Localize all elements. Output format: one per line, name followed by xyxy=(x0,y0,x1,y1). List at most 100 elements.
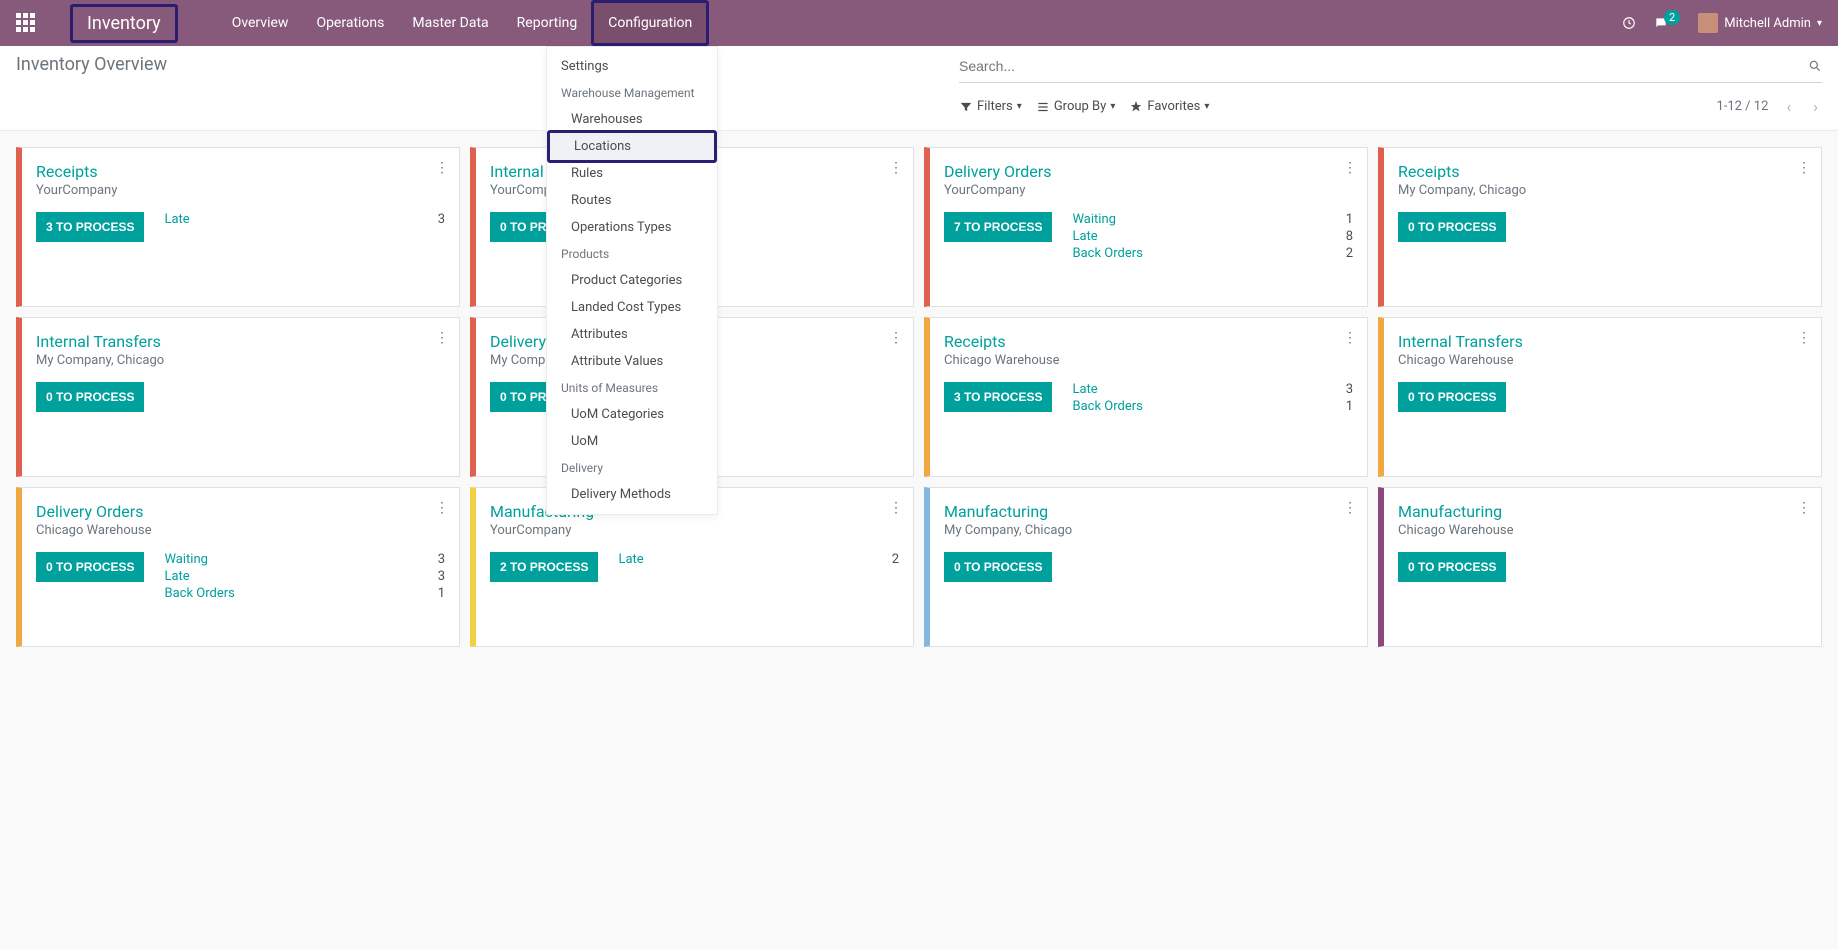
activity-icon[interactable] xyxy=(1622,16,1636,30)
kanban-card[interactable]: ⋮Delivery OrdersYourCompany7 TO PROCESSW… xyxy=(924,147,1368,307)
stat-row[interactable]: Late2 xyxy=(618,552,899,567)
card-title: Delivery Orders xyxy=(36,502,445,521)
process-button[interactable]: 0 TO PROCESS xyxy=(1398,212,1506,242)
card-title: Delivery Orders xyxy=(944,162,1353,181)
kanban-card[interactable]: ⋮ReceiptsChicago Warehouse3 TO PROCESSLa… xyxy=(924,317,1368,477)
kanban-card[interactable]: ⋮ManufacturingMy Company, Chicago0 TO PR… xyxy=(924,487,1368,647)
dropdown-item-attributes[interactable]: Attributes xyxy=(547,321,717,348)
brand-title[interactable]: Inventory xyxy=(70,4,178,43)
process-button[interactable]: 0 TO PROCESS xyxy=(36,552,144,582)
stat-row[interactable]: Back Orders1 xyxy=(164,586,445,601)
stat-count: 2 xyxy=(1346,246,1353,261)
configuration-dropdown: SettingsWarehouse ManagementWarehousesLo… xyxy=(546,46,718,515)
nav-item-operations[interactable]: Operations xyxy=(302,0,398,46)
stat-count: 2 xyxy=(892,552,899,567)
card-menu-icon[interactable]: ⋮ xyxy=(1797,500,1811,516)
control-panel: Inventory Overview Filters ▾ Group By ▾ … xyxy=(0,46,1838,131)
card-title: Internal Transfers xyxy=(36,332,445,351)
card-menu-icon[interactable]: ⋮ xyxy=(1797,330,1811,346)
card-menu-icon[interactable]: ⋮ xyxy=(889,330,903,346)
nav-item-overview[interactable]: Overview xyxy=(218,0,303,46)
kanban-card[interactable]: ⋮Delivery Orders Chicago Warehouse 0 TO PR… xyxy=(16,487,460,647)
page-title: Inventory Overview xyxy=(16,54,919,75)
process-button[interactable]: 0 TO PROCESS xyxy=(944,552,1052,582)
card-menu-icon[interactable]: ⋮ xyxy=(889,500,903,516)
pager-next-icon[interactable]: › xyxy=(1809,93,1822,120)
stat-row[interactable]: Late3 xyxy=(164,569,445,584)
dropdown-item-settings[interactable]: Settings xyxy=(547,53,717,80)
dropdown-item-locations[interactable]: Locations xyxy=(547,130,717,163)
stat-label: Back Orders xyxy=(1072,399,1142,414)
favorites-button[interactable]: Favorites ▾ xyxy=(1129,99,1209,114)
card-menu-icon[interactable]: ⋮ xyxy=(1797,160,1811,176)
nav-item-master-data[interactable]: Master Data xyxy=(398,0,502,46)
card-menu-icon[interactable]: ⋮ xyxy=(1343,330,1357,346)
messaging-icon[interactable]: 2 xyxy=(1654,16,1680,31)
dropdown-item-product-categories[interactable]: Product Categories xyxy=(547,267,717,294)
dropdown-item-rules[interactable]: Rules xyxy=(547,160,717,187)
card-menu-icon[interactable]: ⋮ xyxy=(1343,160,1357,176)
search-icon[interactable] xyxy=(1808,59,1822,74)
stat-row[interactable]: Back Orders1 xyxy=(1072,399,1353,414)
kanban-card[interactable]: ⋮ReceiptsMy Company, Chicago0 TO PROCESS xyxy=(1378,147,1822,307)
card-stats xyxy=(1526,382,1807,412)
dropdown-item-landed-cost-types[interactable]: Landed Cost Types xyxy=(547,294,717,321)
card-company: Chicago Warehouse xyxy=(36,523,445,538)
card-title: Internal Transfers xyxy=(1398,332,1807,351)
stat-row[interactable]: Late3 xyxy=(164,212,445,227)
process-button[interactable]: 7 TO PROCESS xyxy=(944,212,1052,242)
card-stats xyxy=(1526,212,1807,242)
kanban-card[interactable]: ⋮ManufacturingChicago Warehouse0 TO PROC… xyxy=(1378,487,1822,647)
dropdown-header: Products xyxy=(547,241,717,267)
stat-count: 1 xyxy=(438,586,445,601)
user-menu[interactable]: Mitchell Admin ▾ xyxy=(1698,13,1822,33)
card-stats: Waiting1 Late8 Back Orders 2 xyxy=(1072,212,1353,261)
process-button[interactable]: 3 TO PROCESS xyxy=(36,212,144,242)
process-button[interactable]: 2 TO PROCESS xyxy=(490,552,598,582)
card-stats: Late3 xyxy=(164,212,445,242)
stat-row[interactable]: Back Orders 2 xyxy=(1072,246,1353,261)
star-icon xyxy=(1129,100,1143,114)
card-menu-icon[interactable]: ⋮ xyxy=(435,330,449,346)
nav-item-configuration[interactable]: Configuration xyxy=(591,0,709,46)
process-button[interactable]: 0 TO PROCESS xyxy=(36,382,144,412)
stat-row[interactable]: Late3 xyxy=(1072,382,1353,397)
dropdown-item-uom[interactable]: UoM xyxy=(547,428,717,455)
dropdown-item-delivery-methods[interactable]: Delivery Methods xyxy=(547,481,717,508)
dropdown-item-routes[interactable]: Routes xyxy=(547,187,717,214)
dropdown-item-attribute-values[interactable]: Attribute Values xyxy=(547,348,717,375)
search-input[interactable] xyxy=(959,54,1808,78)
card-menu-icon[interactable]: ⋮ xyxy=(435,160,449,176)
stat-row[interactable]: Late8 xyxy=(1072,229,1353,244)
dropdown-item-operations-types[interactable]: Operations Types xyxy=(547,214,717,241)
dropdown-header: Warehouse Management xyxy=(547,80,717,106)
navbar: Inventory OverviewOperationsMaster DataR… xyxy=(0,0,1838,46)
filters-button[interactable]: Filters ▾ xyxy=(959,99,1022,114)
dropdown-header: Delivery xyxy=(547,455,717,481)
kanban-card[interactable]: ⋮ReceiptsYourCompany3 TO PROCESSLate3 xyxy=(16,147,460,307)
card-menu-icon[interactable]: ⋮ xyxy=(1343,500,1357,516)
card-company: YourCompany xyxy=(490,523,899,538)
apps-icon[interactable] xyxy=(16,13,36,33)
list-icon xyxy=(1036,100,1050,114)
process-button[interactable]: 3 TO PROCESS xyxy=(944,382,1052,412)
nav-item-reporting[interactable]: Reporting xyxy=(503,0,592,46)
dropdown-item-uom-categories[interactable]: UoM Categories xyxy=(547,401,717,428)
process-button[interactable]: 0 TO PROCESS xyxy=(1398,382,1506,412)
kanban-card[interactable]: ⋮Internal TransfersChicago Warehouse0 TO… xyxy=(1378,317,1822,477)
card-menu-icon[interactable]: ⋮ xyxy=(889,160,903,176)
groupby-button[interactable]: Group By ▾ xyxy=(1036,99,1116,114)
card-stats: Late3 Back Orders1 xyxy=(1072,382,1353,414)
kanban-card[interactable]: ⋮Internal TransfersMy Company, Chicago0 … xyxy=(16,317,460,477)
messaging-badge: 2 xyxy=(1664,10,1680,25)
chevron-down-icon: ▾ xyxy=(1017,101,1022,112)
kanban-board: ⋮ReceiptsYourCompany3 TO PROCESSLate3⋮In… xyxy=(0,131,1838,663)
stat-label: Late xyxy=(164,212,189,227)
stat-row[interactable]: Waiting3 xyxy=(164,552,445,567)
pager-prev-icon[interactable]: ‹ xyxy=(1782,93,1795,120)
dropdown-item-warehouses[interactable]: Warehouses xyxy=(547,106,717,133)
process-button[interactable]: 0 TO PROCESS xyxy=(1398,552,1506,582)
card-menu-icon[interactable]: ⋮ xyxy=(435,500,449,516)
stat-label: Back Orders xyxy=(1072,246,1142,261)
stat-row[interactable]: Waiting1 xyxy=(1072,212,1353,227)
